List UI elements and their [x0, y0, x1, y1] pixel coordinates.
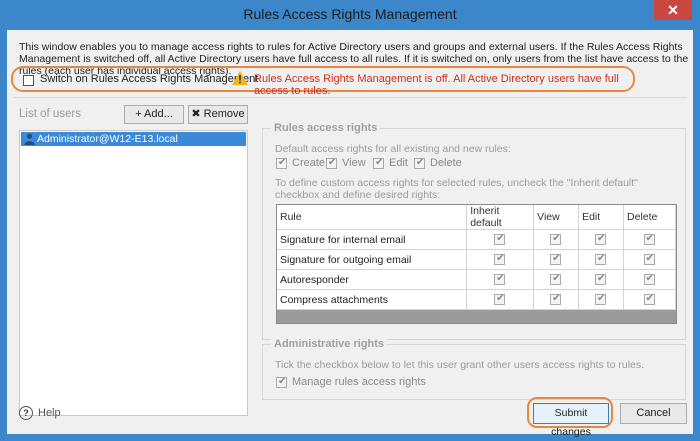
switch-label[interactable]: Switch on Rules Access Rights Management	[40, 73, 258, 85]
table-row[interactable]: Autoresponder	[277, 269, 676, 290]
delete-checkbox[interactable]	[643, 273, 655, 285]
view-checkbox[interactable]	[550, 273, 562, 285]
window-title: Rules Access Rights Management	[243, 6, 457, 22]
inherit-checkbox[interactable]	[494, 253, 506, 265]
column-header-delete[interactable]: Delete	[623, 205, 676, 230]
administrative-rights-group: Administrative rights Tick the checkbox …	[262, 338, 686, 400]
view-checkbox[interactable]	[550, 253, 562, 265]
edit-label: Edit	[389, 157, 408, 169]
window-body: This window enables you to manage access…	[7, 30, 693, 438]
create-checkbox[interactable]	[276, 157, 287, 169]
view-label: View	[342, 157, 366, 169]
cancel-button[interactable]: Cancel	[620, 403, 687, 424]
edit-checkbox[interactable]	[595, 253, 607, 265]
column-header-edit[interactable]: Edit	[578, 205, 625, 230]
rules-access-rights-group: Rules access rights Default access right…	[262, 122, 686, 340]
edit-checkbox[interactable]	[373, 157, 384, 169]
view-checkbox[interactable]	[550, 293, 562, 305]
rule-name: Signature for outgoing email	[277, 249, 468, 270]
switch-row: Switch on Rules Access Rights Management…	[11, 66, 635, 97]
inherit-checkbox[interactable]	[494, 233, 506, 245]
users-list[interactable]: Administrator@W12-E13.local	[19, 130, 248, 416]
column-header-view[interactable]: View	[533, 205, 580, 230]
users-list-label: List of users	[19, 108, 81, 120]
delete-checkbox[interactable]	[643, 293, 655, 305]
warning-text: Rules Access Rights Management is off. A…	[254, 73, 619, 97]
rule-name: Autoresponder	[277, 269, 468, 290]
inherit-checkbox[interactable]	[494, 273, 506, 285]
table-row[interactable]: Compress attachments	[277, 289, 676, 310]
table-row[interactable]: Signature for outgoing email	[277, 249, 676, 270]
delete-checkbox[interactable]	[643, 253, 655, 265]
administrative-rights-title: Administrative rights	[271, 338, 388, 350]
delete-checkbox[interactable]	[414, 157, 425, 169]
view-checkbox[interactable]	[550, 233, 562, 245]
warning-triangle-icon	[232, 71, 248, 85]
create-label: Create	[292, 157, 326, 169]
list-item[interactable]: Administrator@W12-E13.local	[21, 132, 246, 146]
help-icon[interactable]: ?	[19, 406, 33, 420]
add-user-button[interactable]: + Add...	[124, 105, 184, 124]
default-rights-text: Default access rights for all existing a…	[275, 143, 511, 155]
administrative-rights-text: Tick the checkbox below to let this user…	[275, 359, 645, 371]
edit-checkbox[interactable]	[595, 273, 607, 285]
delete-label: Delete	[430, 157, 462, 169]
help-link[interactable]: Help	[38, 407, 61, 419]
rules-access-window: Rules Access Rights Management ✕ This wi…	[0, 0, 700, 441]
table-row[interactable]: Signature for internal email	[277, 229, 676, 250]
rules-access-rights-title: Rules access rights	[271, 122, 381, 134]
delete-checkbox[interactable]	[643, 233, 655, 245]
remove-user-button[interactable]: ✖ Remove	[188, 105, 248, 124]
close-button[interactable]: ✕	[654, 0, 692, 20]
user-icon	[24, 133, 35, 145]
submit-changes-button[interactable]: Submit changes	[533, 403, 609, 438]
manage-rights-checkbox[interactable]	[276, 376, 287, 388]
inherit-checkbox[interactable]	[494, 293, 506, 305]
edit-checkbox[interactable]	[595, 293, 607, 305]
rule-name: Signature for internal email	[277, 229, 468, 250]
custom-rights-text: To define custom access rights for selec…	[275, 177, 638, 201]
column-header-inherit[interactable]: Inherit default	[466, 205, 535, 230]
user-name: Administrator@W12-E13.local	[37, 133, 178, 145]
title-bar: Rules Access Rights Management ✕	[0, 0, 700, 30]
rule-name: Compress attachments	[277, 289, 468, 310]
column-header-rule[interactable]: Rule	[277, 205, 468, 230]
manage-rights-label: Manage rules access rights	[292, 376, 426, 388]
switch-checkbox[interactable]	[23, 75, 34, 86]
edit-checkbox[interactable]	[595, 233, 607, 245]
rules-table: Rule Inherit default View Edit Delete Si…	[276, 204, 677, 324]
divider	[13, 97, 687, 98]
view-checkbox[interactable]	[326, 157, 337, 169]
